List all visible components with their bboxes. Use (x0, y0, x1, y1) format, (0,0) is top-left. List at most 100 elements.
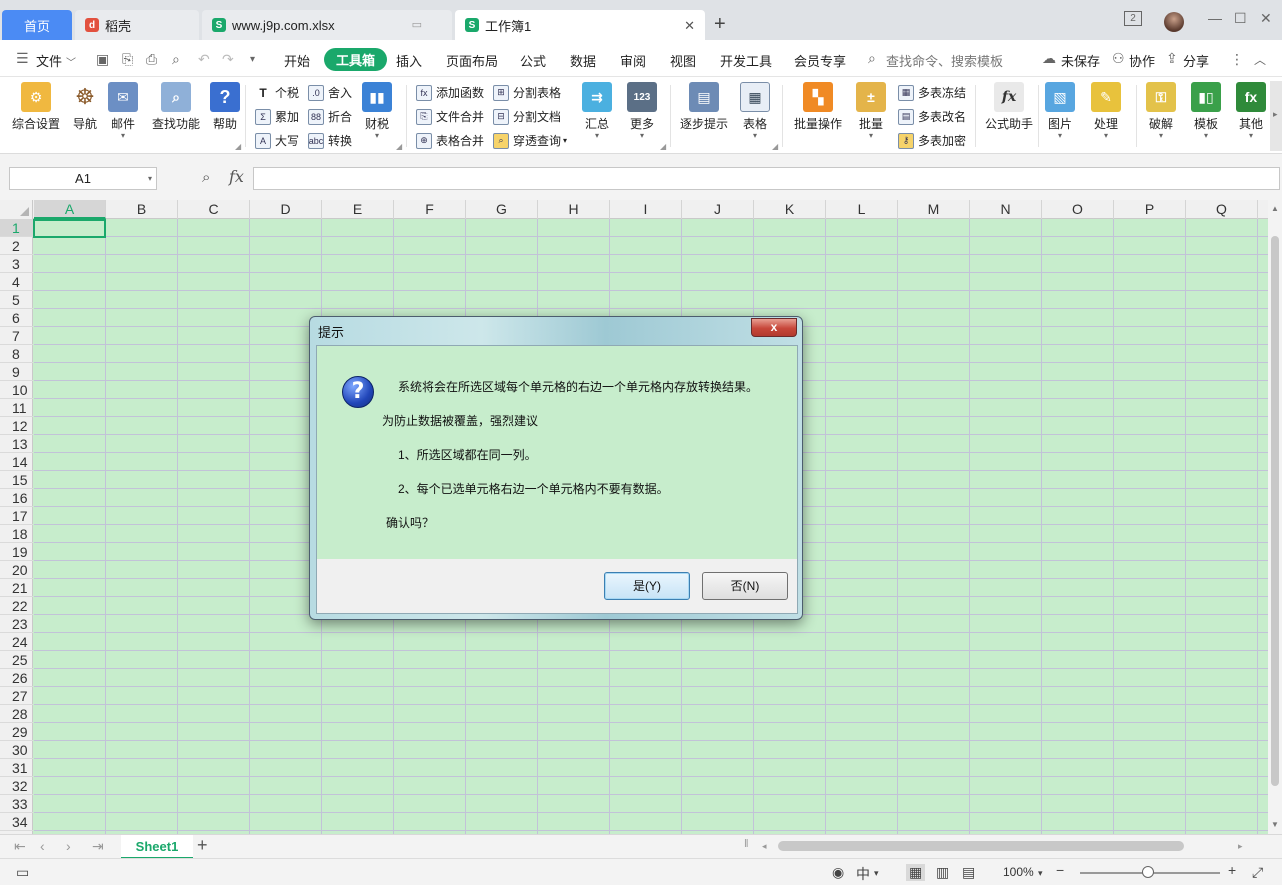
menu-insert[interactable]: 插入 (396, 51, 422, 70)
active-cell-a1[interactable] (33, 219, 106, 238)
menu-review[interactable]: 审阅 (620, 51, 646, 70)
row-header-22[interactable]: 22 (0, 597, 33, 615)
row-header-29[interactable]: 29 (0, 723, 33, 741)
column-header-p[interactable]: P (1114, 200, 1186, 219)
name-box[interactable]: A1 ▾ (9, 167, 157, 190)
row-header-19[interactable]: 19 (0, 543, 33, 561)
column-header-g[interactable]: G (466, 200, 538, 219)
undo-icon[interactable]: ↶ (198, 51, 210, 68)
file-merge-button[interactable]: ⎘ 文件合并 (416, 108, 484, 125)
chevron-down-icon[interactable]: ▾ (1038, 868, 1043, 879)
formula-assistant-button[interactable]: fx 公式助手 (985, 82, 1033, 132)
scroll-right-icon[interactable]: ▸ (1238, 841, 1243, 852)
row-header-27[interactable]: 27 (0, 687, 33, 705)
vertical-scrollbar[interactable]: ▲ ▼ (1268, 200, 1282, 834)
page-break-view-icon[interactable]: ▤ (962, 864, 975, 881)
row-header-30[interactable]: 30 (0, 741, 33, 759)
column-header-f[interactable]: F (394, 200, 466, 219)
column-header-k[interactable]: K (754, 200, 826, 219)
mail-button[interactable]: ✉ 邮件 ▾ (108, 82, 138, 140)
menu-member[interactable]: 会员专享 (794, 51, 846, 70)
table-merge-button[interactable]: ⊕ 表格合并 (416, 132, 484, 149)
row-header-15[interactable]: 15 (0, 471, 33, 489)
row-header-14[interactable]: 14 (0, 453, 33, 471)
more-tools-button[interactable]: 123 更多 ▾ (627, 82, 657, 140)
formula-input[interactable] (253, 167, 1280, 190)
collapse-ribbon-icon[interactable]: ︿ (1254, 51, 1266, 68)
ribbon-scroll[interactable]: ▸ (1270, 81, 1282, 151)
yes-button[interactable]: 是(Y) (604, 572, 690, 600)
convert-button[interactable]: abc 转换 (308, 132, 352, 149)
normal-view-icon[interactable]: ▦ (906, 864, 926, 881)
monitor-icon[interactable]: ▭ (412, 18, 422, 31)
picture-button[interactable]: ▧ 图片 ▾ (1045, 82, 1075, 140)
print-preview-icon[interactable]: ⌕ (172, 51, 180, 68)
page-layout-view-icon[interactable]: ▥ (936, 864, 949, 881)
last-sheet-icon[interactable]: ⇥ (92, 838, 104, 855)
menu-page-layout[interactable]: 页面布局 (446, 51, 498, 70)
row-header-32[interactable]: 32 (0, 777, 33, 795)
more-options-icon[interactable]: ⋮ (1230, 51, 1244, 68)
crack-button[interactable]: ⚿ 破解 ▾ (1146, 82, 1176, 140)
menu-developer[interactable]: 开发工具 (720, 51, 772, 70)
find-function-button[interactable]: ⌕ 查找功能 (152, 82, 200, 132)
navigation-button[interactable]: ☸ 导航 (70, 82, 100, 132)
split-table-button[interactable]: ⊞ 分割表格 (493, 84, 561, 101)
column-header-b[interactable]: B (106, 200, 178, 219)
multi-sheet-rename-button[interactable]: ▤ 多表改名 (898, 108, 966, 125)
fullscreen-icon[interactable]: ⤢ (1252, 864, 1263, 881)
tab-xlsx-file[interactable]: S www.j9p.com.xlsx ▭ (202, 10, 452, 40)
table-button[interactable]: ▦ 表格 ▾ (740, 82, 770, 140)
row-header-8[interactable]: 8 (0, 345, 33, 363)
prev-sheet-icon[interactable]: ‹ (40, 838, 45, 854)
column-header-n[interactable]: N (970, 200, 1042, 219)
column-header-o[interactable]: O (1042, 200, 1114, 219)
row-header-13[interactable]: 13 (0, 435, 33, 453)
tax-button[interactable]: T 个税 (255, 84, 299, 101)
row-header-6[interactable]: 6 (0, 309, 33, 327)
tab-workbook[interactable]: S 工作簿1 ✕ (455, 10, 705, 40)
export-icon[interactable]: ⎘ (122, 51, 133, 68)
discount-button[interactable]: 88 折合 (308, 108, 352, 125)
row-header-33[interactable]: 33 (0, 795, 33, 813)
sheet-tab-sheet1[interactable]: Sheet1 (121, 835, 193, 859)
chevron-down-icon[interactable]: ▾ (148, 168, 152, 189)
accumulate-button[interactable]: Σ 累加 (255, 108, 299, 125)
vertical-scroll-thumb[interactable] (1271, 236, 1279, 786)
row-header-1[interactable]: 1 (0, 219, 33, 237)
uppercase-button[interactable]: A 大写 (255, 132, 299, 149)
tab-daoke[interactable]: d 稻壳 (75, 10, 199, 40)
redo-icon[interactable]: ↷ (222, 51, 234, 68)
row-header-21[interactable]: 21 (0, 579, 33, 597)
column-header-i[interactable]: I (610, 200, 682, 219)
add-sheet-button[interactable]: + (197, 835, 208, 856)
round-button[interactable]: .0 舍入 (308, 84, 352, 101)
row-header-31[interactable]: 31 (0, 759, 33, 777)
column-header-e[interactable]: E (322, 200, 394, 219)
close-tab-icon[interactable]: ✕ (684, 18, 695, 34)
collaborate-button[interactable]: 协作 (1129, 51, 1155, 70)
column-header-q[interactable]: Q (1186, 200, 1258, 219)
row-header-25[interactable]: 25 (0, 651, 33, 669)
scroll-left-icon[interactable]: ◂ (762, 841, 767, 852)
unsaved-status[interactable]: 未保存 (1061, 51, 1100, 70)
penetrate-query-button[interactable]: ⌕ 穿透查询 ▾ (493, 132, 567, 149)
help-button[interactable]: ? 帮助 (210, 82, 240, 132)
column-header-h[interactable]: H (538, 200, 610, 219)
row-header-34[interactable]: 34 (0, 813, 33, 831)
zoom-out-icon[interactable]: − (1056, 862, 1064, 878)
command-search[interactable]: 查找命令、搜索模板 (886, 51, 1003, 70)
minimize-icon[interactable]: — (1208, 10, 1222, 26)
row-header-28[interactable]: 28 (0, 705, 33, 723)
new-tab-button[interactable]: + (714, 13, 726, 36)
chevron-down-icon[interactable]: ﹀ (66, 54, 76, 69)
group-expand-icon[interactable]: ◢ (772, 142, 778, 151)
tab-home[interactable]: 首页 (2, 10, 72, 40)
summary-button[interactable]: ⇉ 汇总 ▾ (582, 82, 612, 140)
multi-sheet-freeze-button[interactable]: ▦ 多表冻结 (898, 84, 966, 101)
close-window-icon[interactable]: ✕ (1260, 10, 1272, 27)
step-hint-button[interactable]: ▤ 逐步提示 (680, 82, 728, 132)
column-header-m[interactable]: M (898, 200, 970, 219)
split-document-button[interactable]: ⊟ 分割文档 (493, 108, 561, 125)
zoom-search-icon[interactable]: ⌕ (202, 169, 210, 186)
